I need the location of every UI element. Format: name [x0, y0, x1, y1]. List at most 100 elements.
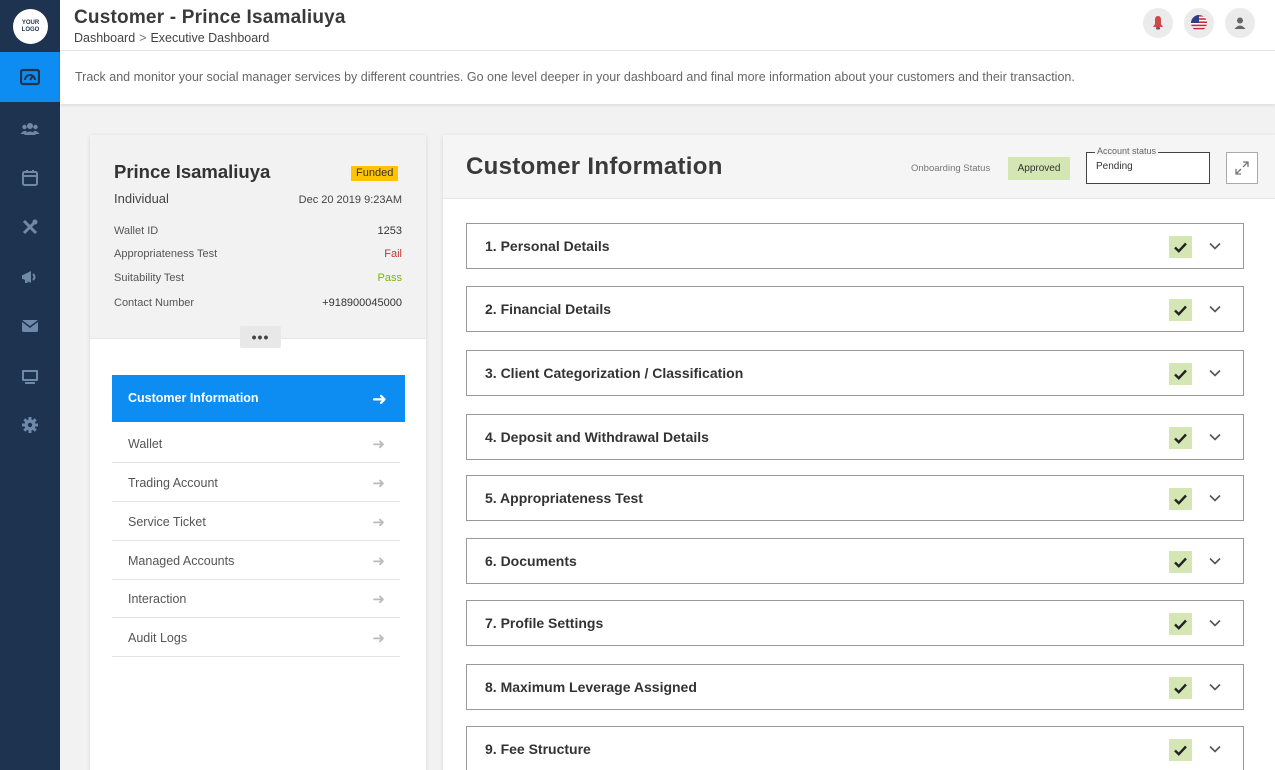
onboarding-status-badge: Approved — [1008, 157, 1070, 180]
monitor-icon — [22, 370, 38, 384]
chevron-down-icon[interactable] — [1208, 366, 1222, 380]
chevron-down-icon[interactable] — [1208, 554, 1222, 568]
sidebar: YOUR LOGO — [0, 0, 60, 770]
menu-item-label: Managed Accounts — [128, 554, 235, 568]
sidebar-item-settings[interactable] — [0, 400, 60, 450]
sidebar-item-monitor[interactable] — [0, 351, 60, 401]
sidebar-item-tools[interactable] — [0, 202, 60, 252]
section-6[interactable]: 6. Documents — [466, 538, 1244, 584]
description-bar: Track and monitor your social manager se… — [60, 51, 1275, 104]
onboarding-status-label: Onboarding Status — [911, 163, 991, 174]
customer-card: Prince Isamaliuya Funded Individual Dec … — [90, 135, 426, 770]
logo-line1: YOUR — [21, 19, 40, 26]
sidebar-item-mail[interactable] — [0, 301, 60, 351]
expand-icon — [1235, 161, 1249, 175]
account-status-value: Pending — [1096, 161, 1133, 172]
menu-item-trading-account[interactable]: Trading Account ➜ — [112, 464, 400, 502]
section-3[interactable]: 3. Client Categorization / Classificatio… — [466, 350, 1244, 396]
info-value: +918900045000 — [322, 297, 402, 309]
menu-item-audit-logs[interactable]: Audit Logs ➜ — [112, 619, 400, 657]
notification-icon[interactable] — [1143, 8, 1173, 38]
checkmark-icon — [1169, 551, 1192, 573]
chevron-down-icon[interactable] — [1208, 239, 1222, 253]
customer-information-panel: Customer Information Onboarding Status A… — [443, 135, 1275, 770]
sidebar-item-users[interactable] — [0, 104, 60, 154]
section-title: 8. Maximum Leverage Assigned — [485, 679, 697, 695]
section-8[interactable]: 8. Maximum Leverage Assigned — [466, 664, 1244, 710]
account-status-label: Account status — [1095, 146, 1159, 156]
arrow-right-icon: ➜ — [372, 514, 385, 531]
checkmark-icon — [1169, 236, 1192, 258]
breadcrumb-executive-dashboard[interactable]: Executive Dashboard — [150, 31, 269, 45]
page-description: Track and monitor your social manager se… — [75, 70, 1075, 84]
account-status-select[interactable]: Account status Pending — [1086, 146, 1210, 184]
expand-button[interactable] — [1226, 152, 1258, 184]
info-row-contact-number: Contact Number +918900045000 — [114, 297, 402, 313]
customer-summary: Prince Isamaliuya Funded Individual Dec … — [90, 135, 426, 339]
breadcrumb: Dashboard > Executive Dashboard — [74, 31, 269, 45]
funded-badge: Funded — [351, 166, 399, 181]
section-title: 9. Fee Structure — [485, 741, 591, 757]
menu-item-label: Service Ticket — [128, 515, 206, 529]
chevron-down-icon[interactable] — [1208, 616, 1222, 630]
section-7[interactable]: 7. Profile Settings — [466, 600, 1244, 646]
info-row-wallet-id: Wallet ID 1253 — [114, 225, 402, 241]
section-9[interactable]: 9. Fee Structure — [466, 726, 1244, 770]
section-1[interactable]: 1. Personal Details — [466, 223, 1244, 269]
menu-item-managed-accounts[interactable]: Managed Accounts ➜ — [112, 542, 400, 580]
customer-date: Dec 20 2019 9:23AM — [298, 194, 402, 206]
chevron-down-icon[interactable] — [1208, 302, 1222, 316]
sidebar-item-calendar[interactable] — [0, 153, 60, 203]
section-title: 5. Appropriateness Test — [485, 490, 643, 506]
header: Customer - Prince Isamaliuya Dashboard > E… — [60, 0, 1275, 51]
section-2[interactable]: 2. Financial Details — [466, 286, 1244, 332]
chevron-down-icon[interactable] — [1208, 742, 1222, 756]
sidebar-item-campaigns[interactable] — [0, 252, 60, 302]
section-title: 2. Financial Details — [485, 301, 612, 317]
user-icon[interactable] — [1225, 8, 1255, 38]
menu-item-service-ticket[interactable]: Service Ticket ➜ — [112, 503, 400, 541]
chevron-down-icon[interactable] — [1208, 680, 1222, 694]
checkmark-icon — [1169, 363, 1192, 385]
arrow-right-icon: ➜ — [371, 389, 387, 409]
section-title: 7. Profile Settings — [485, 615, 604, 631]
info-value: Pass — [377, 272, 402, 284]
more-button[interactable]: ••• — [240, 326, 281, 348]
arrow-right-icon: ➜ — [372, 630, 385, 647]
sidebar-item-dashboard[interactable] — [0, 52, 60, 102]
checkmark-icon — [1169, 488, 1192, 510]
checkmark-icon — [1169, 677, 1192, 699]
menu-item-wallet[interactable]: Wallet ➜ — [112, 425, 400, 463]
calendar-icon — [22, 170, 38, 186]
chevron-down-icon[interactable] — [1208, 430, 1222, 444]
menu-item-customer-information[interactable]: Customer Information ➜ — [112, 375, 405, 422]
info-row-suitability-test: Suitability Test Pass — [114, 272, 402, 288]
section-title: 6. Documents — [485, 553, 577, 569]
checkmark-icon — [1169, 613, 1192, 635]
menu-item-label: Interaction — [128, 592, 187, 606]
dashboard-icon — [20, 68, 40, 86]
section-title: 1. Personal Details — [485, 238, 610, 254]
menu-item-interaction[interactable]: Interaction ➜ — [112, 580, 400, 618]
panel-title: Customer Information — [466, 153, 723, 180]
section-5[interactable]: 5. Appropriateness Test — [466, 475, 1244, 521]
customer-type: Individual — [114, 191, 169, 206]
megaphone-icon — [22, 271, 36, 283]
breadcrumb-separator: > — [139, 31, 147, 45]
section-4[interactable]: 4. Deposit and Withdrawal Details — [466, 414, 1244, 460]
menu-item-label: Customer Information — [128, 391, 259, 405]
arrow-right-icon: ➜ — [372, 475, 385, 492]
arrow-right-icon: ➜ — [372, 436, 385, 453]
checkmark-icon — [1169, 427, 1192, 449]
checkmark-icon — [1169, 299, 1192, 321]
logo-line2: LOGO — [21, 26, 40, 33]
chevron-down-icon[interactable] — [1208, 491, 1222, 505]
breadcrumb-dashboard[interactable]: Dashboard — [74, 31, 135, 45]
us-flag-icon[interactable] — [1184, 8, 1214, 38]
info-label: Appropriateness Test — [114, 248, 218, 260]
checkmark-icon — [1169, 739, 1192, 761]
logo[interactable]: YOUR LOGO — [13, 9, 48, 44]
info-value: 1253 — [377, 225, 402, 237]
arrow-right-icon: ➜ — [372, 591, 385, 608]
arrow-right-icon: ➜ — [372, 553, 385, 570]
